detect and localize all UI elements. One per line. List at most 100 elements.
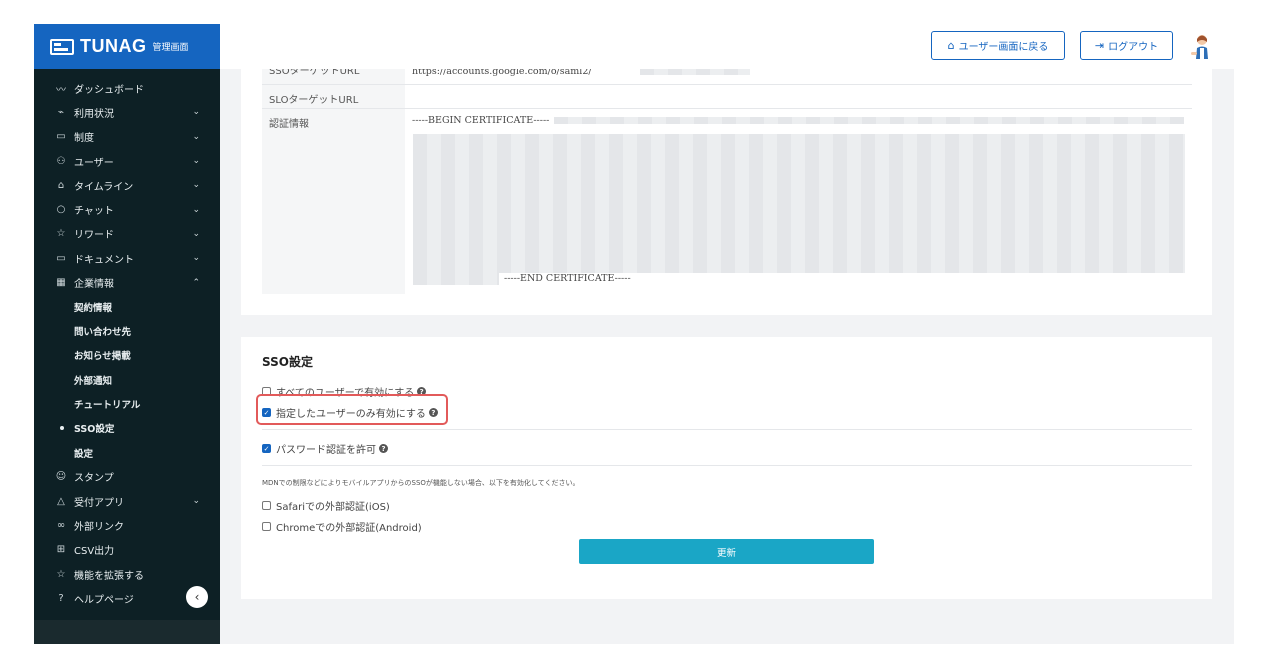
sidebar-subitem-contact[interactable]: 問い合わせ先 xyxy=(34,319,220,343)
logo[interactable]: TUNAG 管理画面 xyxy=(34,24,220,69)
sidebar-subitem-label: 問い合わせ先 xyxy=(74,327,132,339)
certificate-label: 認証情報 xyxy=(262,109,405,294)
option-password-auth[interactable]: ✓ パスワード認証を許可 ? xyxy=(262,441,388,456)
logo-icon xyxy=(50,38,74,55)
sidebar-item-label: 受付アプリ xyxy=(74,497,124,509)
sidebar-item-reward[interactable]: ☆ リワード ⌄ xyxy=(34,222,220,246)
sidebar-item-external-link[interactable]: ∞ 外部リンク xyxy=(34,513,220,537)
sidebar-subitem-settings[interactable]: 設定 xyxy=(34,440,220,464)
cert-end-text: -----END CERTIFICATE----- xyxy=(504,273,631,284)
home-icon: ⌂ xyxy=(947,39,955,52)
sidebar-item-label: 外部リンク xyxy=(74,521,124,533)
sidebar: TUNAG 管理画面 〰 ダッシュボード ⌁ 利用状況 ⌄ ▭ 制度 ⌄ ⚇ ユ… xyxy=(34,24,220,644)
sidebar-item-label: スタンプ xyxy=(74,473,114,485)
sidebar-item-chat[interactable]: ○ チャット ⌄ xyxy=(34,197,220,221)
sidebar-item-label: 利用状況 xyxy=(74,108,114,120)
sidebar-item-system[interactable]: ▭ 制度 ⌄ xyxy=(34,125,220,149)
logout-label: ログアウト xyxy=(1108,42,1159,53)
chevron-down-icon: ⌄ xyxy=(192,156,200,167)
logout-icon: ⇥ xyxy=(1094,39,1105,52)
sidebar-subitem-tutorial[interactable]: チュートリアル xyxy=(34,392,220,416)
link-icon: ∞ xyxy=(56,519,66,531)
avatar[interactable] xyxy=(1188,32,1216,60)
chrome-auth-label: Chromeでの外部認証(Android) xyxy=(276,523,422,534)
building-icon: ▦ xyxy=(56,277,66,289)
sidebar-item-users[interactable]: ⚇ ユーザー ⌄ xyxy=(34,149,220,173)
sso-settings-title: SSO設定 xyxy=(262,355,313,369)
option-safari-auth[interactable]: Safariでの外部認証(iOS) xyxy=(262,498,390,513)
sidebar-item-csv[interactable]: ⊞ CSV出力 xyxy=(34,538,220,562)
sidebar-subitem-label: SSO設定 xyxy=(74,424,115,436)
option-selected-users[interactable]: ✓ 指定したユーザーのみ有効にする ? xyxy=(262,405,438,420)
chevron-down-icon: ⌄ xyxy=(192,180,200,191)
chat-icon: ○ xyxy=(56,204,66,216)
activity-icon: ⌁ xyxy=(57,106,65,118)
sidebar-item-label: 制度 xyxy=(74,133,94,145)
chevron-up-icon: ⌃ xyxy=(192,277,200,288)
sidebar-subitem-label: 設定 xyxy=(74,448,94,460)
chevron-down-icon: ⌄ xyxy=(192,131,200,142)
logo-sub: 管理画面 xyxy=(152,43,189,53)
bell-icon: △ xyxy=(57,495,65,507)
slo-target-url-row: SLOターゲットURL xyxy=(262,85,1192,109)
folder-icon: ▭ xyxy=(56,252,66,264)
sidebar-subitem-label: 外部通知 xyxy=(74,375,113,387)
users-icon: ⚇ xyxy=(56,155,66,167)
active-dot-icon xyxy=(60,426,64,431)
redacted-blur xyxy=(413,273,499,285)
table-icon: ⊞ xyxy=(56,544,66,556)
back-to-user-label: ユーザー画面に戻る xyxy=(958,42,1049,53)
book-icon: ▭ xyxy=(56,131,66,143)
sidebar-subitem-notice[interactable]: お知らせ掲載 xyxy=(34,343,220,367)
sidebar-item-label: タイムライン xyxy=(74,181,134,193)
cert-begin-text: -----BEGIN CERTIFICATE----- xyxy=(412,115,550,126)
sidebar-subitem-sso[interactable]: SSO設定 xyxy=(34,416,220,440)
sidebar-subitem-label: 契約情報 xyxy=(74,302,113,314)
saml-info-card: SSOターゲットURL https://accounts.google.com/… xyxy=(241,69,1212,315)
slo-target-url-label: SLOターゲットURL xyxy=(262,85,405,108)
update-button[interactable]: 更新 xyxy=(579,539,874,564)
sidebar-item-label: ヘルプページ xyxy=(74,594,134,606)
password-auth-label: パスワード認証を許可 xyxy=(276,445,376,456)
logo-brand: TUNAG xyxy=(80,36,147,56)
help-icon[interactable]: ? xyxy=(428,408,438,417)
safari-auth-checkbox[interactable] xyxy=(262,501,271,510)
chrome-auth-checkbox[interactable] xyxy=(262,522,271,531)
sidebar-item-label: ドキュメント xyxy=(74,254,134,266)
chevron-down-icon: ⌄ xyxy=(192,204,200,215)
selected-users-checkbox[interactable]: ✓ xyxy=(262,408,271,417)
sidebar-item-stamp[interactable]: ☺ スタンプ xyxy=(34,465,220,489)
sso-target-url-row: SSOターゲットURL https://accounts.google.com/… xyxy=(262,69,1192,85)
chevron-down-icon: ⌄ xyxy=(192,107,200,118)
sidebar-item-label: CSV出力 xyxy=(74,546,115,558)
sparkle-icon: ☆ xyxy=(56,568,66,580)
help-icon[interactable]: ? xyxy=(379,444,388,453)
logout-button[interactable]: ⇥ ログアウト xyxy=(1080,31,1173,60)
sidebar-collapse-button[interactable]: ‹ xyxy=(186,586,208,608)
sidebar-item-timeline[interactable]: ⌂ タイムライン ⌄ xyxy=(34,173,220,197)
sidebar-subitem-label: チュートリアル xyxy=(74,400,141,411)
sidebar-nav: 〰 ダッシュボード ⌁ 利用状況 ⌄ ▭ 制度 ⌄ ⚇ ユーザー ⌄ ⌂ タイム… xyxy=(34,76,220,611)
sidebar-item-dashboard[interactable]: 〰 ダッシュボード xyxy=(34,76,220,100)
star-icon: ☆ xyxy=(56,228,66,240)
sidebar-item-extend[interactable]: ☆ 機能を拡張する xyxy=(34,562,220,586)
top-header: ⌂ ユーザー画面に戻る ⇥ ログアウト xyxy=(220,24,1234,69)
sidebar-item-company[interactable]: ▦ 企業情報 ⌃ xyxy=(34,270,220,294)
sidebar-item-reception[interactable]: △ 受付アプリ ⌄ xyxy=(34,489,220,513)
sso-settings-card: SSO設定 すべてのユーザーで有効にする ? ✓ 指定したユーザーのみ有効にする… xyxy=(241,337,1212,599)
sidebar-item-document[interactable]: ▭ ドキュメント ⌄ xyxy=(34,246,220,270)
sidebar-item-label: 機能を拡張する xyxy=(74,570,144,582)
sidebar-subitem-contract[interactable]: 契約情報 xyxy=(34,295,220,319)
sidebar-item-label: ダッシュボード xyxy=(74,84,144,96)
mobile-note-text: MDNでの制限などによりモバイルアプリからのSSOが機能しない場合、以下を有効化… xyxy=(262,479,580,487)
app-window: TUNAG 管理画面 〰 ダッシュボード ⌁ 利用状況 ⌄ ▭ 制度 ⌄ ⚇ ユ… xyxy=(34,24,1234,644)
sso-target-url-label: SSOターゲットURL xyxy=(262,69,405,84)
sidebar-item-usage[interactable]: ⌁ 利用状況 ⌄ xyxy=(34,100,220,124)
password-auth-checkbox[interactable]: ✓ xyxy=(262,444,271,453)
sidebar-item-label: ユーザー xyxy=(74,157,114,169)
redacted-blur xyxy=(554,117,1184,124)
back-to-user-button[interactable]: ⌂ ユーザー画面に戻る xyxy=(931,31,1065,60)
sidebar-subitem-external-notice[interactable]: 外部通知 xyxy=(34,368,220,392)
safari-auth-label: Safariでの外部認証(iOS) xyxy=(276,502,390,513)
option-chrome-auth[interactable]: Chromeでの外部認証(Android) xyxy=(262,519,422,534)
